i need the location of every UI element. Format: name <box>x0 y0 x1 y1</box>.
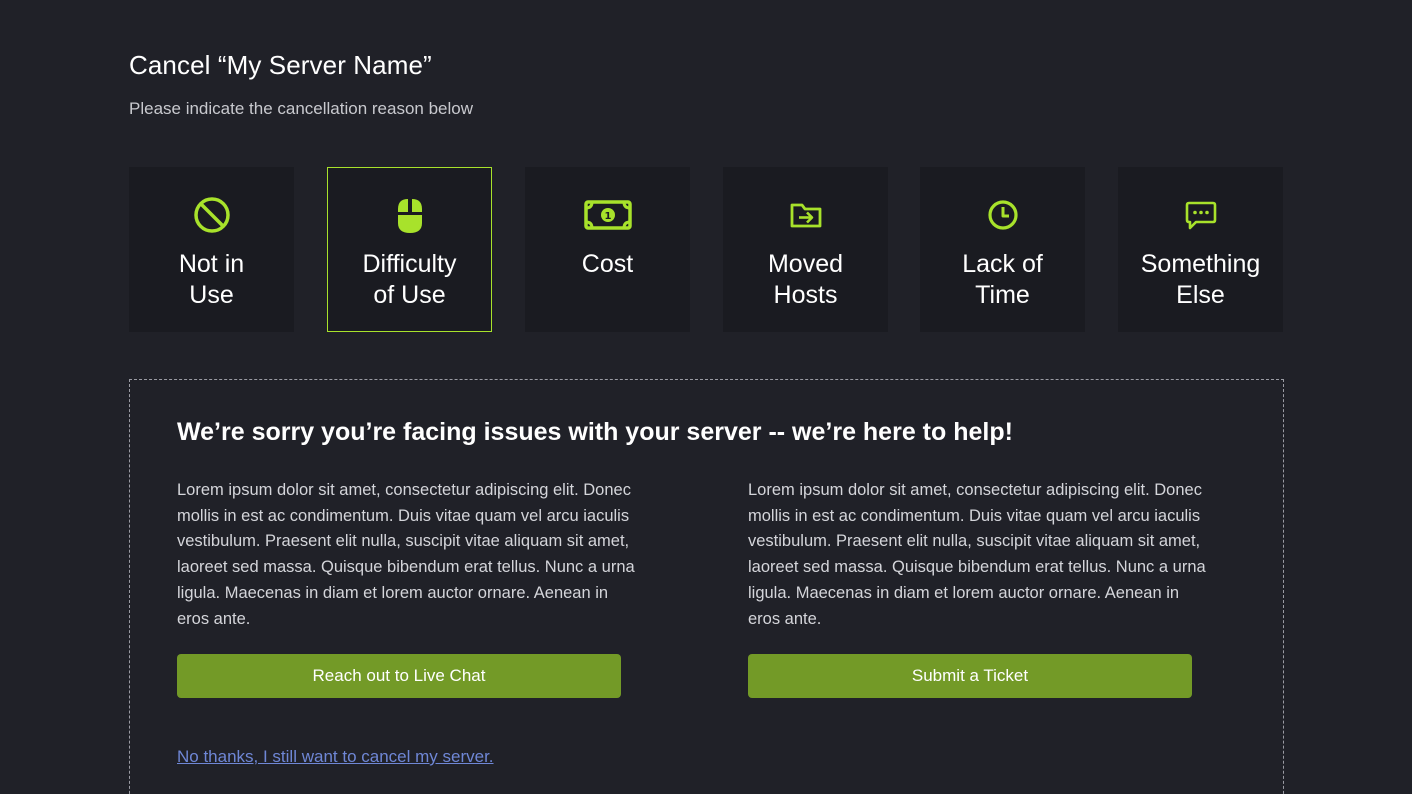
help-panel: We’re sorry you’re facing issues with yo… <box>129 379 1284 794</box>
reason-label: Lack of Time <box>962 250 1043 309</box>
help-heading: We’re sorry you’re facing issues with yo… <box>177 418 1013 446</box>
reason-options: Not in Use Difficulty of Use 1 Cost Move… <box>129 167 1284 332</box>
help-text-right: Lorem ipsum dolor sit amet, consectetur … <box>748 481 1206 628</box>
reason-cost[interactable]: 1 Cost <box>525 167 690 332</box>
cancel-server-page: Cancel “My Server Name” Please indicate … <box>0 0 1412 794</box>
page-subtitle: Please indicate the cancellation reason … <box>129 99 474 118</box>
help-text-left: Lorem ipsum dolor sit amet, consectetur … <box>177 481 635 628</box>
prohibited-icon <box>193 197 231 233</box>
help-column-live-chat: Lorem ipsum dolor sit amet, consectetur … <box>177 478 637 632</box>
chat-bubble-icon <box>1182 197 1220 233</box>
svg-text:1: 1 <box>604 211 611 222</box>
reason-label: Not in Use <box>178 250 245 309</box>
live-chat-button[interactable]: Reach out to Live Chat <box>177 654 621 698</box>
clock-icon <box>984 197 1022 233</box>
submit-ticket-button[interactable]: Submit a Ticket <box>748 654 1192 698</box>
banknote-icon: 1 <box>583 197 632 233</box>
reason-lack-of-time[interactable]: Lack of Time <box>920 167 1085 332</box>
reason-moved-hosts[interactable]: Moved Hosts <box>723 167 888 332</box>
mouse-icon <box>391 198 429 234</box>
reason-label: Difficulty of Use <box>362 250 457 309</box>
reason-label: Cost <box>581 250 634 278</box>
confirm-cancel-link[interactable]: No thanks, I still want to cancel my ser… <box>177 747 494 767</box>
reason-difficulty-of-use[interactable]: Difficulty of Use <box>327 167 492 332</box>
help-column-ticket: Lorem ipsum dolor sit amet, consectetur … <box>748 478 1208 632</box>
folder-move-icon <box>787 197 825 233</box>
reason-label: Moved Hosts <box>767 250 844 309</box>
page-title: Cancel “My Server Name” <box>129 50 432 80</box>
reason-label: Something Else <box>1140 250 1261 309</box>
reason-not-in-use[interactable]: Not in Use <box>129 167 294 332</box>
reason-something-else[interactable]: Something Else <box>1118 167 1283 332</box>
